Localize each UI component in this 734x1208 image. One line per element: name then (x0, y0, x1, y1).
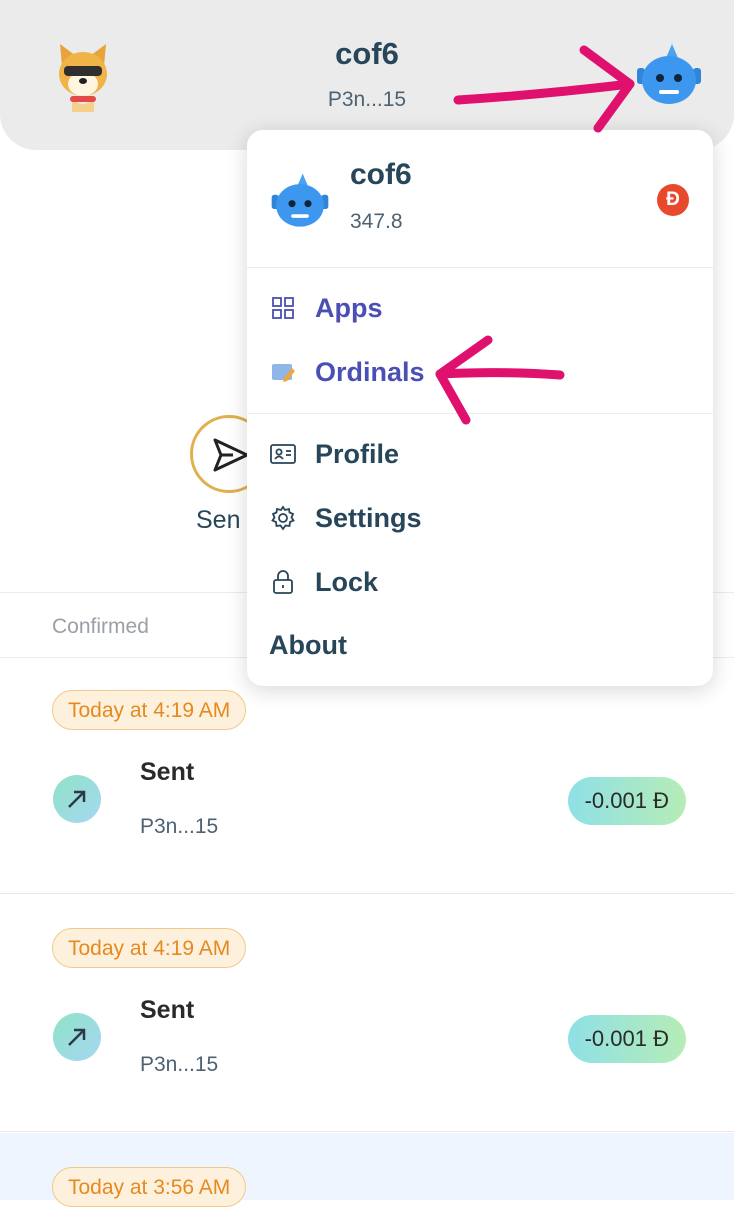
menu-balance: 347.8 (350, 210, 403, 233)
menu-item-label: Settings (315, 502, 422, 533)
menu-item-label: Lock (315, 566, 379, 597)
transaction-item[interactable]: Today at 4:19 AM Sent P3n...15 -0.001 Ð (0, 896, 734, 1132)
ordinals-icon (269, 358, 297, 386)
transaction-amount: -0.001 Ð (567, 777, 686, 825)
menu-item-label: Ordinals (315, 356, 425, 387)
account-robot-icon[interactable] (634, 40, 704, 110)
grid-icon (269, 294, 297, 322)
menu-item-apps[interactable]: Apps (269, 286, 383, 330)
date-badge: Today at 4:19 AM (52, 928, 247, 968)
transaction-type: Sent (140, 996, 195, 1024)
sent-arrow-icon (53, 1013, 101, 1061)
transaction-item[interactable]: Today at 4:19 AM Sent P3n...15 -0.001 Ð (0, 658, 734, 894)
menu-item-label: Profile (315, 438, 400, 469)
wallet-address[interactable]: P3n...15 (0, 88, 734, 112)
menu-item-label: About (269, 629, 347, 660)
transaction-amount: -0.001 Ð (567, 1015, 686, 1063)
menu-item-profile[interactable]: Profile (269, 432, 399, 476)
menu-item-label: Apps (315, 292, 383, 323)
tab-confirmed[interactable]: Confirmed (52, 615, 149, 639)
transaction-item[interactable]: Today at 3:56 AM (0, 1133, 734, 1207)
transaction-type: Sent (140, 758, 195, 786)
date-badge: Today at 4:19 AM (52, 690, 247, 730)
date-badge: Today at 3:56 AM (52, 1167, 247, 1207)
send-label: Sen (196, 506, 241, 534)
doge-currency-icon: Ð (657, 184, 689, 216)
account-menu: cof6 347.8 Ð Apps Ordinals Profile Setti… (247, 130, 713, 686)
transaction-address: P3n...15 (140, 815, 219, 838)
wallet-header: cof6 P3n...15 (0, 0, 734, 150)
menu-divider (247, 413, 713, 414)
menu-account-name: cof6 (350, 158, 412, 191)
sent-arrow-icon (53, 775, 101, 823)
menu-item-about[interactable]: About (269, 623, 347, 667)
id-card-icon (269, 440, 297, 468)
menu-item-ordinals[interactable]: Ordinals (269, 350, 425, 394)
gear-icon (269, 504, 297, 532)
menu-item-settings[interactable]: Settings (269, 496, 422, 540)
menu-item-lock[interactable]: Lock (269, 560, 378, 604)
account-robot-icon (271, 173, 329, 227)
menu-divider (247, 267, 713, 268)
lock-icon (269, 568, 297, 596)
wallet-title: cof6 (335, 36, 399, 71)
transaction-address: P3n...15 (140, 1053, 219, 1076)
